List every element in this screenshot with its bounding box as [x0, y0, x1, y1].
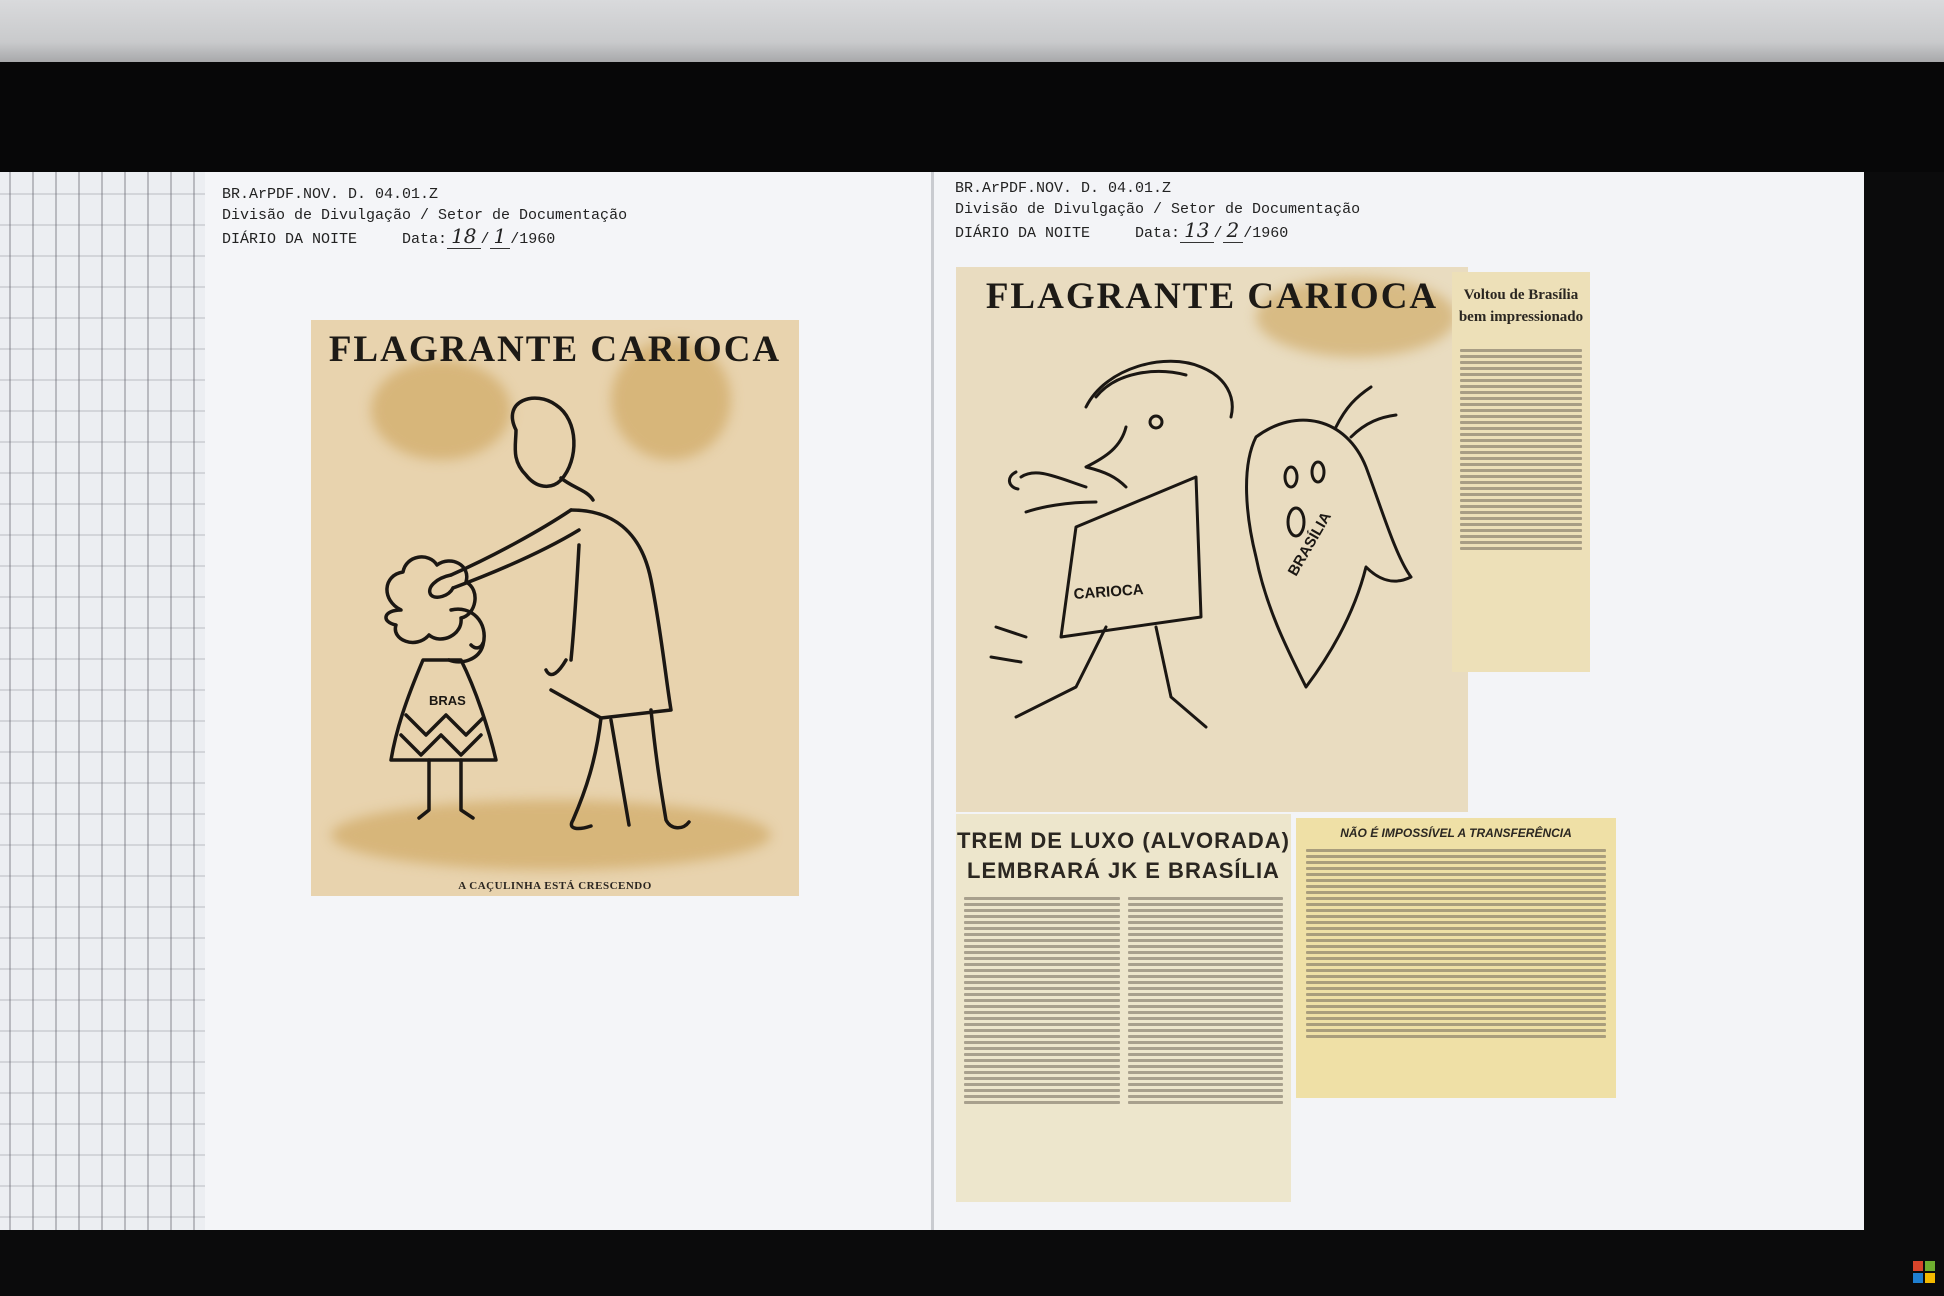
document-page-right[interactable]: BR.ArPDF.NOV. D. 04.01.Z Divisão de Divul… [934, 172, 1864, 1230]
date-day: 18 [447, 224, 481, 249]
page-header: BR.ArPDF.NOV. D. 04.01.Z Divisão de Divul… [955, 178, 1360, 244]
newspaper-name: DIÁRIO DA NOITE [222, 231, 358, 248]
archive-code: BR.ArPDF.NOV. D. 04.01.Z [955, 180, 1172, 197]
clip-caption: A CAÇULINHA ESTÁ CRESCENDO [458, 880, 652, 892]
date-year: /1960 [1243, 225, 1289, 242]
article-nao-e-impossivel: NÃO É IMPOSSÍVEL A TRANSFERÊNCIA [1296, 818, 1616, 1098]
wall-background [0, 0, 1944, 70]
clip-title: FLAGRANTE CARIOCA [985, 276, 1439, 317]
cartoon-label: BRAS [429, 693, 466, 708]
division-line: Divisão de Divulgação / Setor de Documen… [955, 201, 1361, 218]
article-title: Voltou de Brasília bem impressionado [1458, 287, 1584, 325]
date-label: Data: [1135, 225, 1181, 242]
archive-code: BR.ArPDF.NOV. D. 04.01.Z [222, 186, 439, 203]
newspaper-date-line: DIÁRIO DA NOITE Data: 18/1/1960 [222, 224, 556, 249]
article-title: TREM DE LUXO (ALVORADA) LEMBRARÁ JK E BRA… [956, 828, 1291, 883]
date-year: /1960 [510, 231, 556, 248]
cartoon-label-brasilia: BRASÍLIA [1285, 509, 1335, 579]
division-line: Divisão de Divulgação / Setor de Documen… [222, 207, 628, 224]
windows-logo-icon[interactable] [1912, 1260, 1936, 1284]
article-body [1452, 328, 1590, 550]
scan-margin-left [0, 172, 205, 1230]
document-page-left[interactable]: BR.ArPDF.NOV. D. 04.01.Z Divisão de Divul… [205, 172, 931, 1230]
monitor-bezel [0, 62, 1944, 172]
date-month: 1 [489, 224, 511, 249]
date-day: 13 [1180, 218, 1214, 243]
date-label: Data: [402, 231, 448, 248]
date-month: 2 [1222, 218, 1244, 243]
document-viewer: BR.ArPDF.NOV. D. 04.01.Z Divisão de Divul… [0, 172, 1864, 1230]
newspaper-date-line: DIÁRIO DA NOITE Data: 13/2/1960 [955, 218, 1289, 243]
newspaper-clipping-cartoon: FLAGRANTE CARIOCA [311, 320, 799, 896]
article-trem-de-luxo: TREM DE LUXO (ALVORADA) LEMBRARÁ JK E BRA… [956, 814, 1291, 1202]
newspaper-clipping-cartoon: FLAGRANTE CARIOCA [956, 267, 1468, 812]
article-body [956, 886, 1291, 1115]
cartoon-illustration: BRAS [384, 396, 691, 831]
cartoon-illustration: CARIOCA BRASÍLIA [989, 359, 1413, 729]
newspaper-name: DIÁRIO DA NOITE [955, 225, 1091, 242]
article-voltou-de-brasilia: Voltou de Brasília bem impressionado [1452, 272, 1590, 672]
article-body [1296, 840, 1616, 1047]
article-title: NÃO É IMPOSSÍVEL A TRANSFERÊNCIA [1340, 826, 1572, 840]
page-header: BR.ArPDF.NOV. D. 04.01.Z Divisão de Divul… [222, 184, 627, 250]
cartoon-label-carioca: CARIOCA [1073, 581, 1144, 603]
